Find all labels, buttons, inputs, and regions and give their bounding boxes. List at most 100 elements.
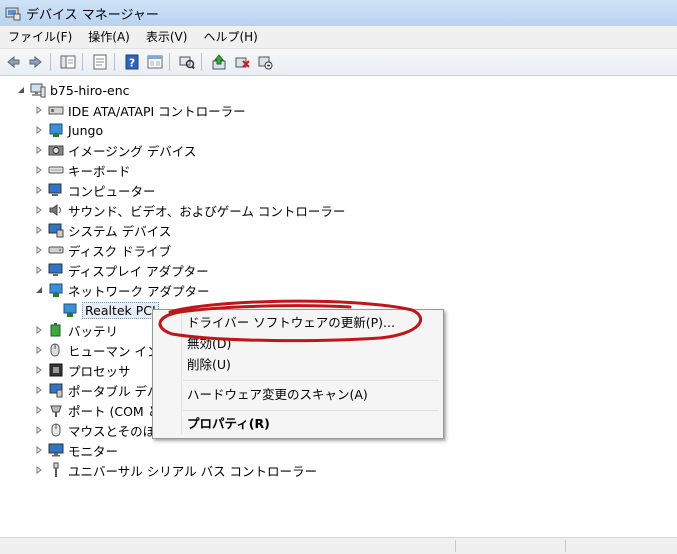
show-hide-tree-icon[interactable]: [58, 52, 78, 72]
tree-node-label: ポータブル デバ: [68, 383, 160, 399]
menu-update-driver[interactable]: ドライバー ソフトウェアの更新(P)...: [187, 313, 395, 333]
disable-device-icon[interactable]: [255, 52, 275, 72]
menu-gutter: [181, 312, 182, 434]
menu-action[interactable]: 操作(A): [80, 26, 138, 48]
tree-node[interactable]: ポータブル デバ: [34, 380, 159, 400]
tree-node[interactable]: イメージング デバイス: [34, 140, 196, 160]
ide-controller-icon: [48, 102, 64, 118]
network-adapter-icon: [48, 282, 64, 298]
tree-node[interactable]: IDE ATA/ATAPI コントローラー: [34, 100, 246, 120]
portable-device-icon: [48, 382, 64, 398]
expand-arrow-icon[interactable]: [34, 345, 44, 355]
status-separator: [455, 540, 456, 552]
disk-drive-icon: [48, 242, 64, 258]
expand-arrow-icon[interactable]: [34, 125, 44, 135]
forward-arrow-icon[interactable]: [26, 52, 46, 72]
properties-icon[interactable]: [90, 52, 110, 72]
tree-node-label: Jungo: [68, 122, 104, 138]
expand-arrow-icon[interactable]: [34, 365, 44, 375]
expand-arrow-icon[interactable]: [34, 185, 44, 195]
tree-node[interactable]: ポート (COM と: [34, 400, 160, 420]
tree-node-label: Realtek PCI: [82, 301, 159, 319]
menu-separator: [183, 410, 439, 411]
tree-node-label: ヒューマン イン: [68, 343, 160, 359]
tree-node-label: キーボード: [68, 163, 131, 179]
menu-properties[interactable]: プロパティ(R): [187, 414, 270, 434]
help-icon[interactable]: ?: [122, 52, 142, 72]
expand-arrow-icon[interactable]: [34, 425, 44, 435]
tree-node[interactable]: ディスプレイ アダプター: [34, 260, 209, 280]
toolbar-separator: [169, 53, 170, 71]
tree-node[interactable]: コンピューター: [34, 180, 156, 200]
tree-node-label: ユニバーサル シリアル バス コントローラー: [68, 463, 318, 479]
system-device-icon: [48, 222, 64, 238]
update-driver-icon[interactable]: [209, 52, 229, 72]
tree-node[interactable]: キーボード: [34, 160, 131, 180]
tree-node-label: コンピューター: [68, 183, 156, 199]
tree-node[interactable]: バッテリ: [34, 320, 118, 340]
tree-node[interactable]: サウンド、ビデオ、およびゲーム コントローラー: [34, 200, 345, 220]
tree-node[interactable]: プロセッサ: [34, 360, 131, 380]
tree-node-label: マウスとそのほ: [68, 423, 156, 439]
tree-node[interactable]: ヒューマン イン: [34, 340, 159, 360]
expand-arrow-icon[interactable]: [34, 225, 44, 235]
menu-scan-hardware[interactable]: ハードウェア変更のスキャン(A): [187, 385, 368, 405]
title-bar: デバイス マネージャー: [0, 0, 677, 26]
tree-root[interactable]: b75-hiro-enc: [16, 80, 130, 100]
action-view-icon[interactable]: [145, 52, 165, 72]
toolbar: ?: [0, 49, 677, 76]
expand-arrow-icon[interactable]: [34, 145, 44, 155]
tree-node[interactable]: ディスク ドライブ: [34, 240, 171, 260]
tree-node-label: プロセッサ: [68, 363, 131, 379]
keyboard-icon: [48, 162, 64, 178]
battery-icon: [48, 322, 64, 338]
menu-disable[interactable]: 無効(D): [187, 334, 231, 354]
expand-arrow-icon[interactable]: [34, 405, 44, 415]
tree-node-label: ポート (COM と: [68, 403, 161, 419]
tree-node-selected[interactable]: Realtek PCI: [58, 300, 159, 320]
menu-separator: [183, 380, 439, 381]
status-bar: [0, 537, 677, 554]
tree-node-label: バッテリ: [68, 323, 119, 339]
expand-arrow-icon[interactable]: [34, 325, 44, 335]
tree-node[interactable]: システム デバイス: [34, 220, 171, 240]
menu-view[interactable]: 表示(V): [138, 26, 196, 48]
tree-node[interactable]: ユニバーサル シリアル バス コントローラー: [34, 460, 317, 480]
tree-node-label: ネットワーク アダプター: [68, 283, 210, 299]
tree-node-label: IDE ATA/ATAPI コントローラー: [68, 103, 246, 119]
expand-arrow-icon[interactable]: [34, 265, 44, 275]
tree-node[interactable]: Jungo: [34, 120, 103, 140]
device-manager-icon: [5, 5, 21, 21]
back-arrow-icon[interactable]: [3, 52, 23, 72]
imaging-device-icon: [48, 142, 64, 158]
toolbar-separator: [201, 53, 202, 71]
network-card-icon: [62, 302, 78, 318]
expand-arrow-icon[interactable]: [34, 105, 44, 115]
window-title: デバイス マネージャー: [26, 7, 159, 23]
context-menu: ドライバー ソフトウェアの更新(P)... 無効(D) 削除(U) ハードウェア…: [152, 309, 444, 439]
menu-file[interactable]: ファイル(F): [0, 26, 80, 48]
expand-arrow-icon[interactable]: [34, 465, 44, 475]
tree-node[interactable]: マウスとそのほ: [34, 420, 155, 440]
tree-node[interactable]: ネットワーク アダプター: [34, 280, 209, 300]
expand-arrow-icon[interactable]: [34, 445, 44, 455]
tree-root-label: b75-hiro-enc: [50, 82, 130, 98]
tree-node[interactable]: モニター: [34, 440, 118, 460]
tree-node-label: ディスプレイ アダプター: [68, 263, 209, 279]
device-tree: b75-hiro-enc IDE ATA/ATAPI コントローラー Jungo…: [0, 76, 677, 536]
scan-hardware-icon[interactable]: [177, 52, 197, 72]
expand-arrow-icon[interactable]: [34, 205, 44, 215]
menu-help[interactable]: ヘルプ(H): [195, 26, 265, 48]
menu-uninstall[interactable]: 削除(U): [187, 355, 231, 375]
expand-arrow-icon[interactable]: [34, 385, 44, 395]
uninstall-icon[interactable]: [232, 52, 252, 72]
tree-node-label: ディスク ドライブ: [68, 243, 172, 259]
expand-arrow-icon[interactable]: [34, 165, 44, 175]
toolbar-separator: [50, 53, 51, 71]
collapse-arrow-icon[interactable]: [16, 85, 26, 95]
usb-controller-icon: [48, 462, 64, 478]
expand-arrow-icon[interactable]: [34, 245, 44, 255]
collapse-arrow-icon[interactable]: [34, 285, 44, 295]
tree-node-label: システム デバイス: [68, 223, 172, 239]
processor-icon: [48, 362, 64, 378]
